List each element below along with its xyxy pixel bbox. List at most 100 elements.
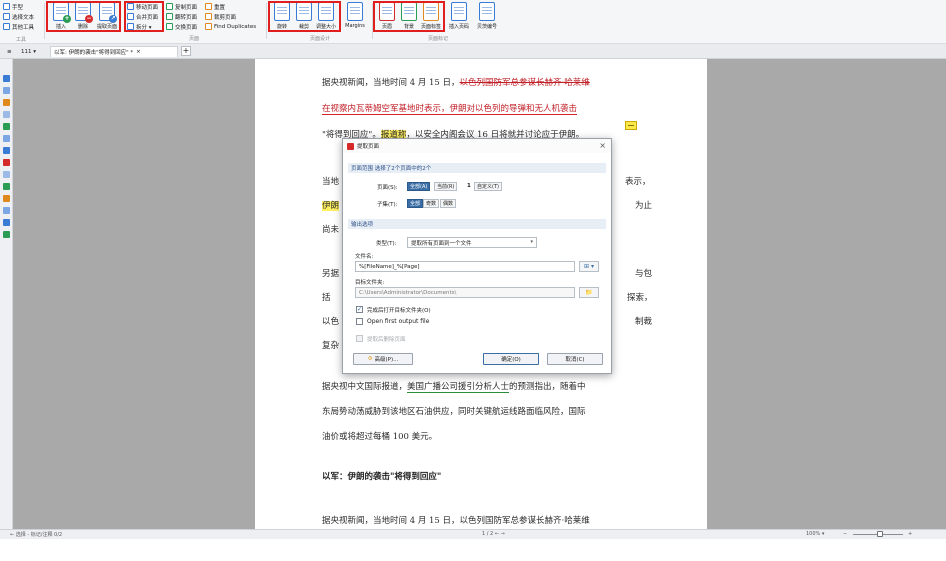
other-tools-button[interactable]: 其他工具: [3, 22, 34, 31]
status-bar: ← 选择 - 标记/注释 0/2 1 / 2 ← → 100% ▾ − +: [0, 529, 946, 539]
crop-icon: [205, 13, 212, 20]
document-tab-label: 以军: 伊朗的袭击"将得到回应" *: [54, 50, 134, 56]
ok-button[interactable]: 确定(O): [483, 353, 539, 365]
security-icon[interactable]: [3, 159, 10, 166]
subset-even-option[interactable]: 偶数: [440, 199, 457, 208]
filename-input[interactable]: %[FileName]_%[Page]: [355, 261, 575, 272]
tools-group: 手型 选择文本 其他工具 工具: [2, 0, 40, 43]
zoom-out-button[interactable]: −: [843, 531, 847, 537]
duplicate-page-button[interactable]: 复制页面: [166, 2, 197, 11]
swap-pages-button[interactable]: 交换页面: [166, 22, 197, 31]
text-line: 以色: [322, 317, 340, 327]
comment-icon[interactable]: [3, 123, 10, 130]
document-heading: 以军：伊朗的袭击"将得到回应": [322, 472, 442, 482]
text-line: 括: [322, 293, 331, 303]
ribbon-divider: [266, 3, 267, 39]
flip-page-button[interactable]: 翻转页面: [166, 12, 197, 21]
document-tab[interactable]: 以军: 伊朗的袭击"将得到回应" * ×: [50, 46, 178, 57]
zoom-slider-handle[interactable]: [877, 531, 883, 537]
tools-icon: [3, 23, 10, 30]
text-line: 探索，: [627, 293, 653, 303]
order-icon[interactable]: [3, 231, 10, 238]
page-all-option[interactable]: 全部(A): [407, 182, 431, 191]
select-text-button[interactable]: 选择文本: [3, 12, 34, 21]
bookmark-icon[interactable]: [3, 75, 10, 82]
open-folder-checkbox[interactable]: ✓: [356, 306, 363, 313]
browse-folder-button[interactable]: 📁: [579, 287, 599, 298]
type-select[interactable]: 提取所有页面到一个文件 ▾: [407, 237, 537, 248]
underline-annotation[interactable]: 在视察内瓦蒂姆空军基地时表示，: [322, 104, 450, 115]
page-current-option[interactable]: 当前(R): [434, 182, 458, 191]
hand-tool-button[interactable]: 手型: [3, 2, 23, 11]
macro-icon: ⊞ ▾: [584, 263, 594, 270]
page-number-button[interactable]: 插入页码: [446, 2, 472, 32]
left-navigation-panel: [0, 59, 13, 529]
underline-annotation[interactable]: 美国广播公司援引分析人士: [407, 382, 510, 393]
open-folder-label: 完成后打开目标文件夹(O): [367, 308, 431, 314]
target-folder-input[interactable]: C:\Users\Administrator\Documents\: [355, 287, 575, 298]
reset-icon: [205, 3, 212, 10]
underline-annotation[interactable]: 伊朗对以色列的导弹和无人机袭击: [449, 104, 578, 115]
bates-number-button[interactable]: 贝茨编号: [474, 2, 500, 32]
attachment-icon[interactable]: [3, 99, 10, 106]
target-folder-label: 目标文件夹:: [355, 280, 385, 286]
margins-icon: [347, 2, 363, 21]
hand-icon: [3, 3, 10, 10]
layers-icon[interactable]: [3, 111, 10, 118]
highlight-annotation[interactable]: 伊朗: [322, 201, 340, 211]
link-icon[interactable]: [3, 195, 10, 202]
search-icon[interactable]: [3, 147, 10, 154]
output-options-section: 输出选项: [348, 219, 606, 229]
cancel-button[interactable]: 取消(C): [547, 353, 603, 365]
open-first-file-checkbox[interactable]: [356, 318, 363, 325]
subset-odd-option[interactable]: 奇数: [423, 199, 440, 208]
ribbon-toolbar: 手型 选择文本 其他工具 工具 + 插入 − 删除 ↗ 提取页面 移动页面 合并…: [0, 0, 946, 44]
find-duplicates-icon: [205, 23, 212, 30]
dialog-title: 提取页面: [357, 144, 380, 150]
page-navigation[interactable]: 1 / 2 ← →: [482, 531, 505, 537]
filename-macro-button[interactable]: ⊞ ▾: [579, 261, 599, 272]
signature-icon[interactable]: [3, 135, 10, 142]
reset-button[interactable]: 重置: [205, 2, 225, 11]
crop-pages-button[interactable]: 裁剪页面: [205, 12, 236, 21]
text-line: 东局势动荡威胁到该地区石油供应，同时关键航运线路面临风险，国际: [322, 407, 586, 417]
tag-icon[interactable]: [3, 183, 10, 190]
page-mark-group-label: 页面标记: [427, 36, 448, 42]
sticky-note-icon[interactable]: [625, 121, 637, 130]
menu-button[interactable]: ≡: [4, 46, 15, 57]
text-line: 尚未: [322, 225, 340, 235]
subset-all-option[interactable]: 全部: [407, 199, 424, 208]
close-tab-icon[interactable]: ×: [136, 49, 141, 55]
dialog-close-button[interactable]: ×: [599, 141, 606, 150]
tab-list-dropdown[interactable]: 111 ▾: [18, 46, 39, 57]
thumbnail-icon[interactable]: [3, 87, 10, 94]
page-label: 页面(S):: [377, 185, 398, 191]
app-logo-icon: [347, 142, 354, 150]
zoom-dropdown[interactable]: 100% ▾: [806, 531, 824, 537]
destination-icon[interactable]: [3, 219, 10, 226]
text-line: 与包: [635, 269, 653, 279]
text-line: 据央视新闻，当地时间 4 月 15 日，以色列国防军总参谋长赫齐·哈莱维: [322, 516, 590, 526]
extract-pages-dialog: 提取页面 × 页面范围 选择了2个页面中的2个 页面(S): 全部(A) 当前(…: [342, 138, 612, 374]
zoom-in-button[interactable]: +: [908, 531, 912, 537]
new-tab-button[interactable]: +: [181, 46, 191, 56]
settings-icon: ⚙: [367, 356, 373, 362]
text-line: 当地: [322, 177, 340, 187]
find-duplicates-button[interactable]: Find Duplicates: [205, 22, 256, 31]
strikethrough-annotation[interactable]: 以色列国防军总参谋长赫齐·哈莱维: [460, 78, 590, 88]
highlight-frame-insert: [46, 1, 121, 32]
status-left-info[interactable]: ← 选择 - 标记/注释 0/2: [10, 531, 62, 538]
page-custom-option[interactable]: 自定义(T): [474, 182, 502, 191]
text-line: 制裁: [635, 317, 653, 327]
text-line: 油价或将超过每桶 100 美元。: [322, 432, 438, 442]
open-first-file-label: Open first output file: [367, 318, 430, 325]
type-label: 类型(T):: [376, 241, 397, 247]
content-icon[interactable]: [3, 207, 10, 214]
delete-after-checkbox[interactable]: [356, 335, 363, 342]
margins-button[interactable]: Margins: [342, 2, 368, 32]
text-line: 复杂: [322, 341, 340, 351]
advanced-settings-button[interactable]: ⚙ 高级(P)...: [353, 353, 413, 365]
form-icon[interactable]: [3, 171, 10, 178]
text-line: 在视察内瓦蒂姆空军基地时表示，伊朗对以色列的导弹和无人机袭击: [322, 102, 578, 115]
swap-icon: [166, 23, 173, 30]
